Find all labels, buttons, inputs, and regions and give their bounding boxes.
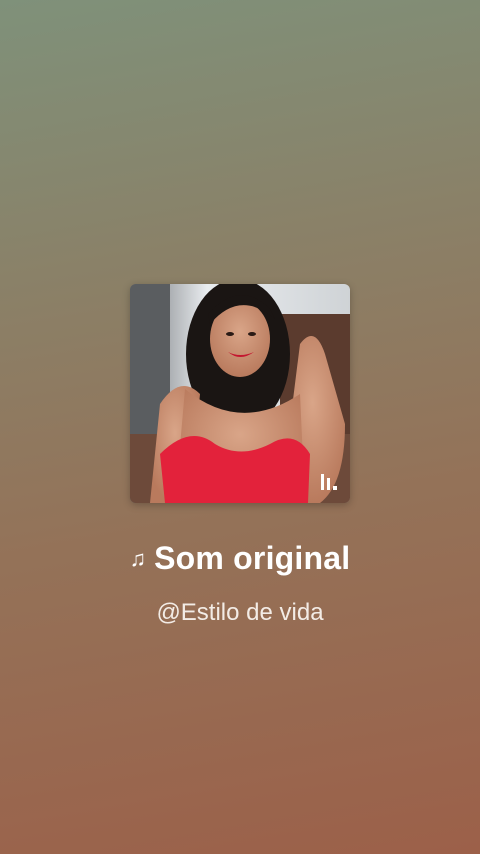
audio-title-row: ♫ Som original	[0, 540, 480, 577]
brand-bars-icon	[321, 474, 337, 490]
cover-photo	[130, 284, 350, 503]
audio-author-link[interactable]: @Estilo de vida	[0, 599, 480, 627]
audio-cover-image[interactable]	[130, 284, 350, 503]
music-note-icon: ♫	[129, 545, 147, 571]
audio-title: Som original	[154, 540, 351, 576]
